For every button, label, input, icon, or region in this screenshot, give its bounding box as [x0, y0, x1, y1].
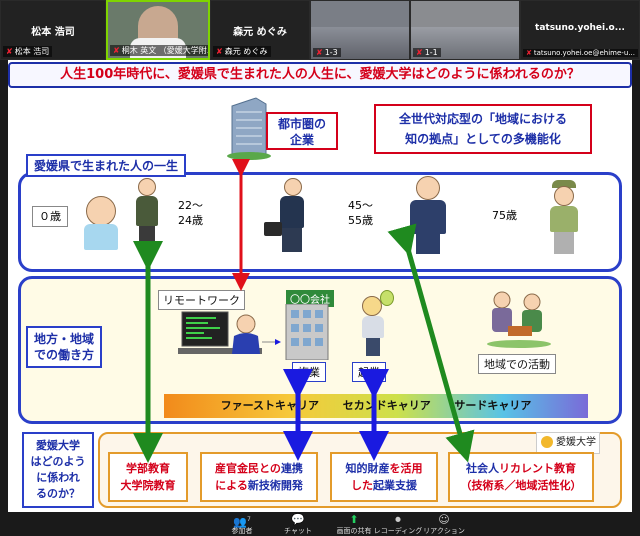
meeting-toolbar: 👥7 参加者 💬 チャット ⬆ 画面の共有 ⏺ レコーディング ☺ リアクション — [0, 512, 640, 536]
participant-strip: 松本 浩司 ✘ 松本 浩司 ✘ 桐木 英文 （愛媛大学附… 森元 めぐみ ✘ 森元 め… — [0, 0, 640, 60]
mic-muted-icon: ✘ — [416, 48, 423, 57]
mic-muted-icon: ✘ — [526, 49, 532, 57]
participant-name-center: tatsuno.yohei.o... — [535, 23, 625, 33]
mic-muted-icon: ✘ — [316, 48, 323, 57]
zoom-window: 松本 浩司 ✘ 松本 浩司 ✘ 桐木 英文 （愛媛大学附… 森元 めぐみ ✘ 森元 め… — [0, 0, 640, 536]
record-label: レコーディング — [373, 527, 423, 535]
participants-icon: 👥7 — [233, 515, 251, 529]
reaction-label: リアクション — [423, 527, 465, 535]
chat-icon: 💬 — [291, 513, 305, 526]
participant-name-center: 森元 めぐみ — [233, 27, 287, 38]
reaction-button[interactable]: ☺ リアクション — [416, 514, 472, 536]
participants-button[interactable]: 👥7 参加者 — [214, 514, 270, 536]
participant-namebar: ✘ tatsuno.yohei.oe@ehime-u... — [523, 49, 638, 57]
participant-namebar: ✘ 桐木 英文 （愛媛大学附… — [110, 45, 208, 56]
shared-slide: 人生100年時代に、愛媛県で生まれた人の人生に、愛媛大学はどのように係われるのか… — [8, 60, 632, 512]
participant-namebar: ✘ 森元 めぐみ — [213, 46, 271, 57]
reaction-icon: ☺ — [438, 513, 450, 526]
participant-tile[interactable]: ✘ 1-3 — [310, 0, 410, 60]
participant-tile[interactable]: 松本 浩司 ✘ 松本 浩司 — [0, 0, 106, 60]
mic-muted-icon: ✘ — [216, 47, 223, 56]
participants-label: 参加者 — [231, 527, 253, 535]
participant-tile[interactable]: tatsuno.yohei.o... ✘ tatsuno.yohei.oe@ehi… — [520, 0, 640, 60]
mic-muted-icon: ✘ — [113, 46, 120, 55]
participant-namebar: ✘ 1-1 — [413, 48, 441, 57]
participant-tile[interactable]: ✘ 1-1 — [410, 0, 520, 60]
participant-tile[interactable]: 森元 めぐみ ✘ 森元 めぐみ — [210, 0, 310, 60]
share-screen-label: 画面の共有 — [336, 527, 372, 535]
participant-tile-active[interactable]: ✘ 桐木 英文 （愛媛大学附… — [106, 0, 210, 60]
connector-arrows — [133, 159, 475, 463]
participant-namebar: ✘ 松本 浩司 — [3, 46, 53, 57]
participants-count: 7 — [246, 516, 251, 523]
chat-label: チャット — [284, 527, 312, 535]
chat-button[interactable]: 💬 チャット — [270, 514, 326, 536]
recurrent-arrow — [387, 223, 475, 463]
mic-muted-icon: ✘ — [6, 47, 13, 56]
participant-name-center: 松本 浩司 — [31, 27, 75, 38]
participant-namebar: ✘ 1-3 — [313, 48, 341, 57]
